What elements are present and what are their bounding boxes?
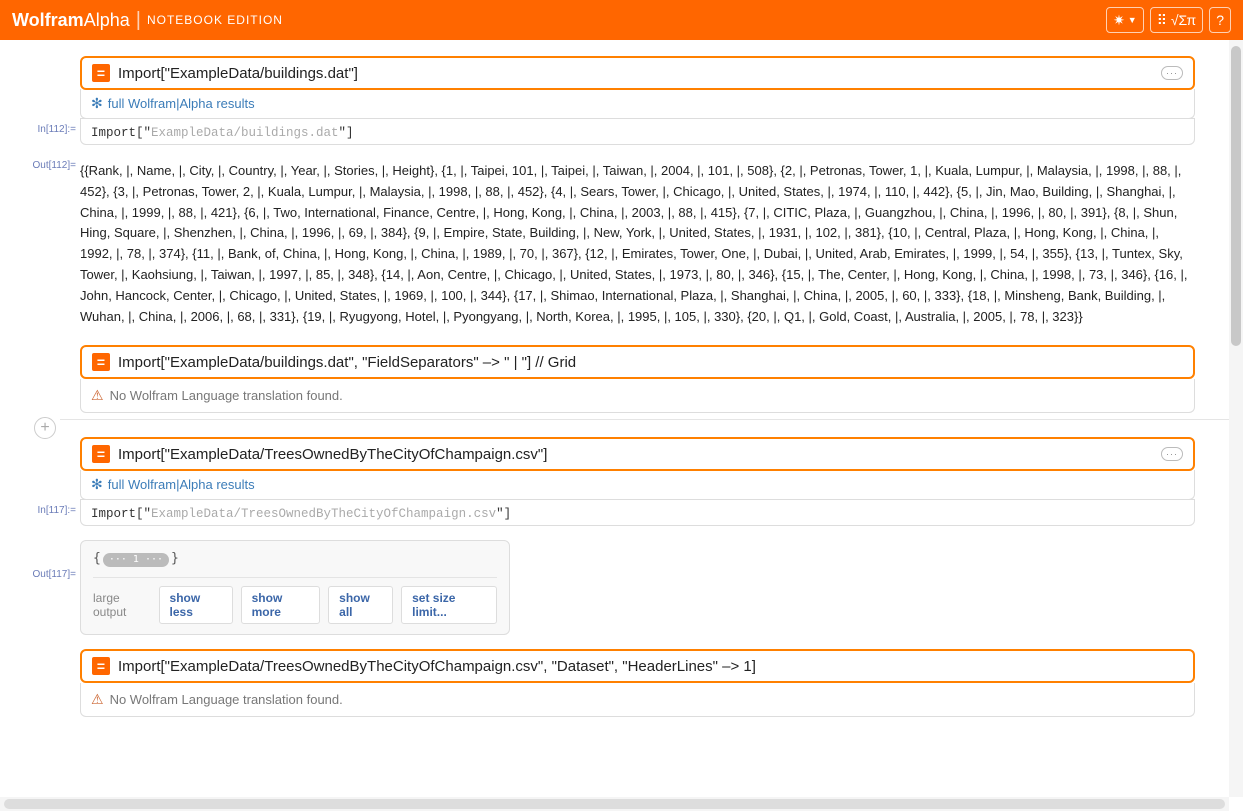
- full-results-link-1[interactable]: ✻ full Wolfram|Alpha results: [91, 95, 1184, 112]
- interpretation-box-3: ✻ full Wolfram|Alpha results: [80, 470, 1195, 500]
- equal-icon: =: [92, 353, 110, 371]
- full-results-label: full Wolfram|Alpha results: [108, 477, 255, 492]
- show-more-button[interactable]: show more: [241, 586, 321, 624]
- input-cell-1[interactable]: = Import["ExampleData/buildings.dat"] ··…: [80, 56, 1195, 90]
- help-button[interactable]: ?: [1209, 7, 1231, 33]
- logo-separator: |: [136, 9, 141, 32]
- logo-bold: Wolfram: [12, 10, 84, 30]
- caret-down-icon: ▼: [1128, 15, 1137, 25]
- app-logo: WolframAlpha: [12, 10, 130, 31]
- keyboard-button[interactable]: ⠿ √Σπ: [1150, 7, 1203, 33]
- add-cell-button[interactable]: +: [34, 417, 56, 439]
- warning-box-2: ⚠ No Wolfram Language translation found.: [80, 379, 1195, 413]
- out-label-1: Out[112]=: [20, 153, 80, 173]
- wl-code-3: Import["ExampleData/TreesOwnedByTheCityO…: [91, 507, 511, 521]
- elided-pill[interactable]: ··· 1 ···: [103, 553, 169, 567]
- input-cell-2[interactable]: = Import["ExampleData/buildings.dat", "F…: [80, 345, 1195, 379]
- input-cell-4[interactable]: = Import["ExampleData/TreesOwnedByTheCit…: [80, 649, 1195, 683]
- large-output-label: large output: [93, 591, 151, 619]
- warning-icon: ⚠: [91, 387, 104, 404]
- in-label-3: In[117]:=: [20, 500, 80, 518]
- warning-text: No Wolfram Language translation found.: [110, 388, 343, 403]
- wl-code-1: Import["ExampleData/buildings.dat"]: [91, 126, 354, 140]
- warning-box-4: ⚠ No Wolfram Language translation found.: [80, 683, 1195, 717]
- input-text-4: Import["ExampleData/TreesOwnedByTheCityO…: [118, 658, 756, 675]
- in-label-1: In[112]:=: [20, 119, 80, 137]
- warning-text: No Wolfram Language translation found.: [110, 692, 343, 707]
- set-size-limit-button[interactable]: set size limit...: [401, 586, 497, 624]
- vertical-scrollbar[interactable]: [1229, 40, 1243, 797]
- input-text-3: Import["ExampleData/TreesOwnedByTheCityO…: [118, 446, 547, 463]
- scrollbar-thumb[interactable]: [1231, 46, 1241, 346]
- input-text-2: Import["ExampleData/buildings.dat", "Fie…: [118, 354, 576, 371]
- input-more-button[interactable]: ···: [1161, 447, 1183, 461]
- large-output-panel: {··· 1 ···} large output show less show …: [80, 540, 510, 635]
- settings-button[interactable]: ✷▼: [1106, 7, 1144, 33]
- star-icon: ✻: [91, 95, 103, 112]
- star-icon: ✻: [91, 476, 103, 493]
- app-header: WolframAlpha | Notebook Edition ✷▼ ⠿ √Σπ…: [0, 0, 1243, 40]
- gear-icon: ✷: [1113, 12, 1125, 29]
- input-cell-3[interactable]: = Import["ExampleData/TreesOwnedByTheCit…: [80, 437, 1195, 471]
- logo-rest: Alpha: [84, 10, 130, 30]
- help-icon: ?: [1216, 12, 1224, 28]
- horizontal-scrollbar[interactable]: [0, 797, 1229, 811]
- logo-subtitle: Notebook Edition: [147, 13, 283, 27]
- equal-icon: =: [92, 445, 110, 463]
- full-results-link-3[interactable]: ✻ full Wolfram|Alpha results: [91, 476, 1184, 493]
- scrollbar-thumb[interactable]: [4, 799, 1225, 809]
- show-all-button[interactable]: show all: [328, 586, 393, 624]
- notebook-content: = Import["ExampleData/buildings.dat"] ··…: [0, 40, 1243, 757]
- interpretation-box-1: ✻ full Wolfram|Alpha results: [80, 89, 1195, 119]
- out-label-3: Out[117]=: [20, 540, 80, 582]
- full-results-label: full Wolfram|Alpha results: [108, 96, 255, 111]
- input-more-button[interactable]: ···: [1161, 66, 1183, 80]
- warning-icon: ⚠: [91, 691, 104, 708]
- keyboard-icon: ⠿ √Σπ: [1157, 12, 1196, 29]
- show-less-button[interactable]: show less: [159, 586, 233, 624]
- input-text-1: Import["ExampleData/buildings.dat"]: [118, 65, 358, 82]
- equal-icon: =: [92, 657, 110, 675]
- output-text-1: {{Rank, |, Name, |, City, |, Country, |,…: [80, 153, 1195, 339]
- equal-icon: =: [92, 64, 110, 82]
